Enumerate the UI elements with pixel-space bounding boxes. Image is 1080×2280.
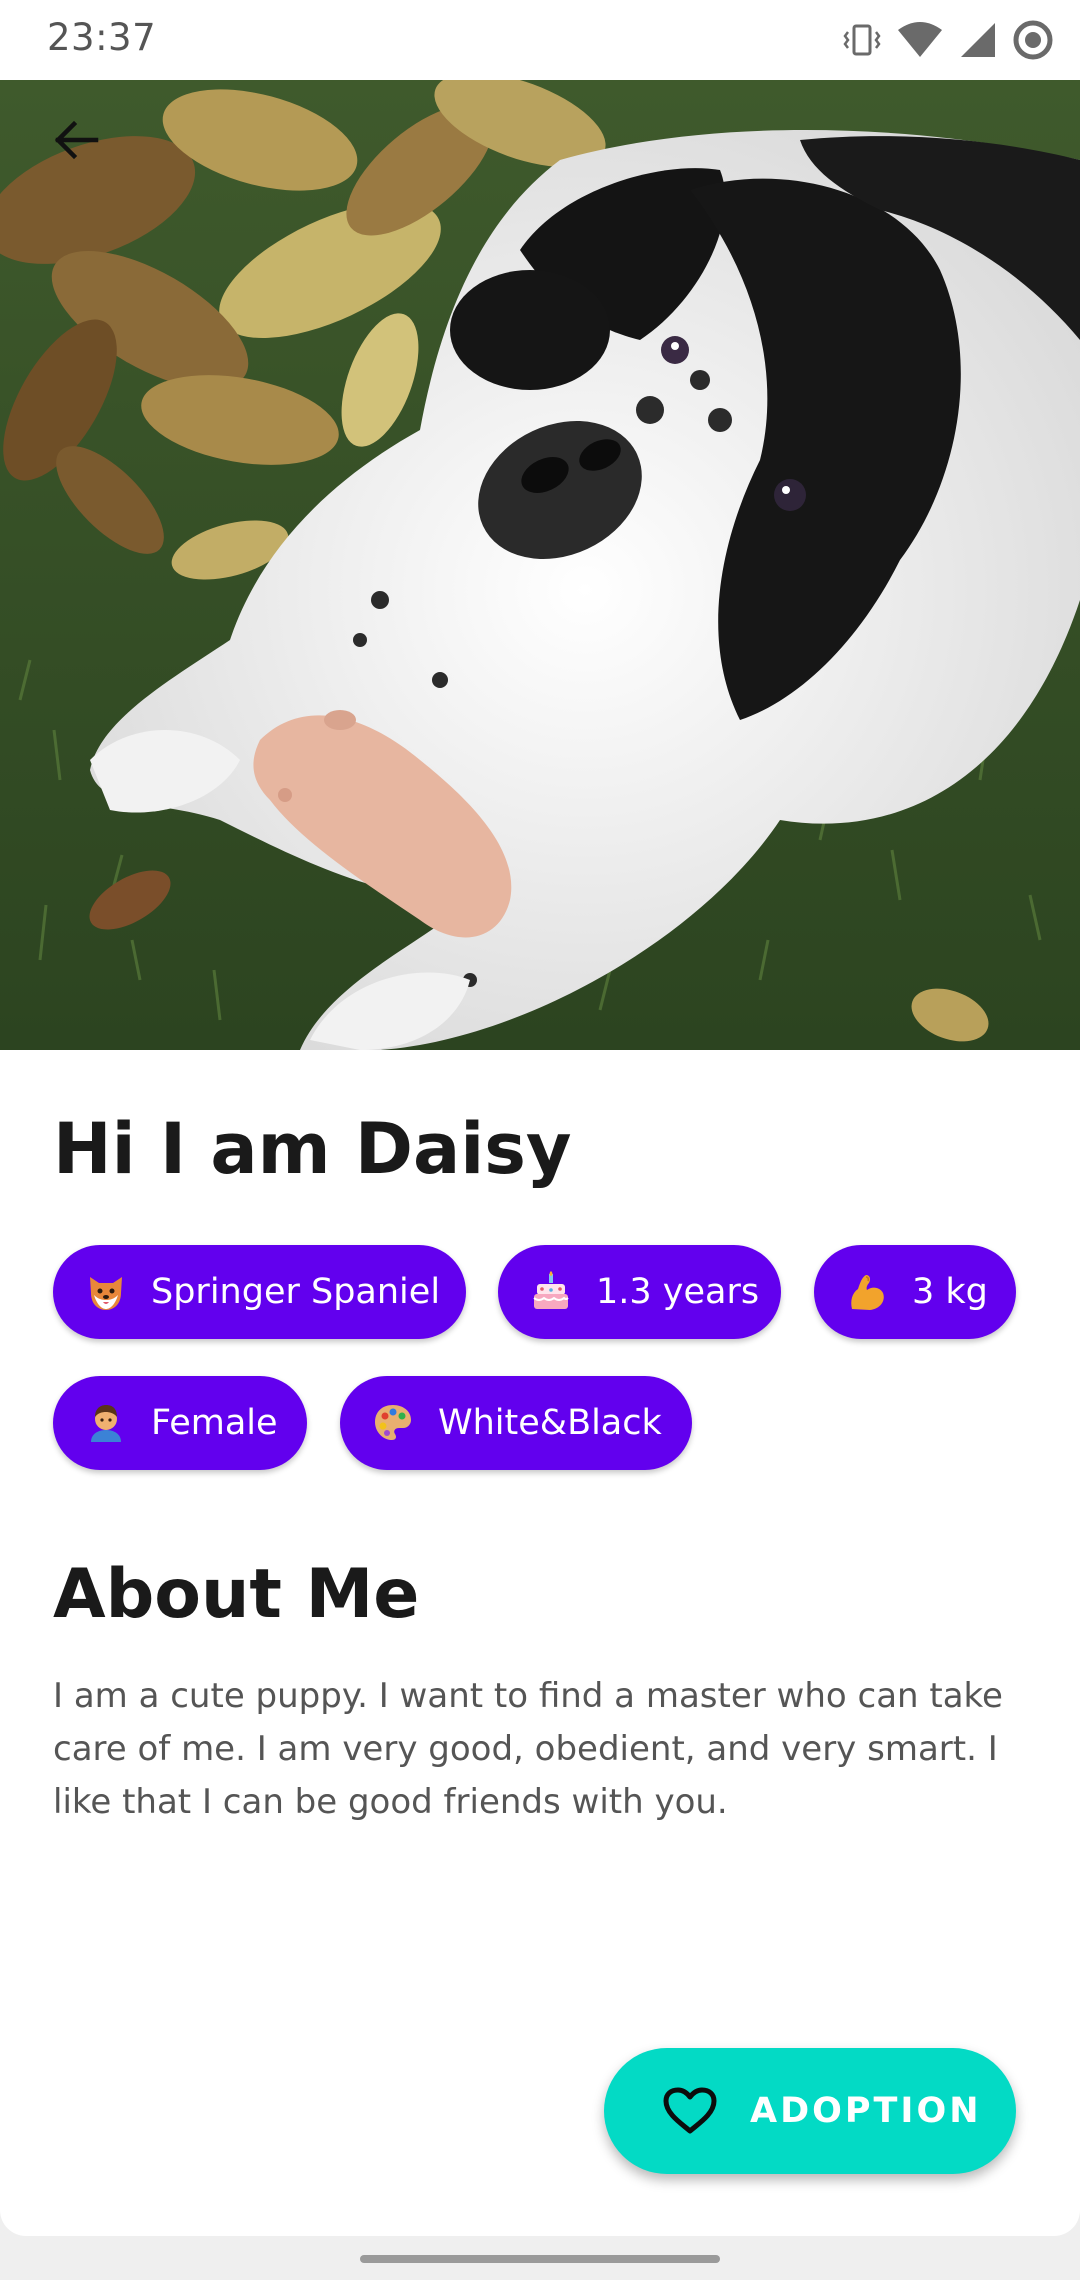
heart-outline-icon — [663, 2087, 717, 2134]
age-chip: 1.3 years — [498, 1245, 781, 1339]
breed-label: Springer Spaniel — [151, 1272, 441, 1312]
vibrate-icon — [843, 24, 881, 56]
status-time: 23:37 — [47, 16, 157, 59]
status-bar: 23:37 — [0, 0, 1080, 80]
artist-palette-emoji — [372, 1402, 414, 1444]
cell-signal-icon — [961, 23, 995, 57]
status-icons — [842, 18, 1054, 62]
arrow-back-icon — [54, 120, 99, 160]
pet-title: Hi I am Daisy — [53, 1108, 572, 1190]
dog-face-emoji — [85, 1271, 127, 1313]
color-chip: White&Black — [340, 1376, 692, 1470]
flexed-biceps-emoji — [846, 1271, 888, 1313]
breed-chip: Springer Spaniel — [53, 1245, 466, 1339]
weight-chip: 3 kg — [814, 1245, 1016, 1339]
record-icon — [1013, 20, 1053, 60]
back-button[interactable] — [40, 104, 112, 176]
gender-chip: Female — [53, 1376, 307, 1470]
birthday-cake-emoji — [530, 1271, 572, 1313]
about-title: About Me — [53, 1555, 420, 1634]
color-label: White&Black — [438, 1403, 662, 1443]
about-text: I am a cute puppy. I want to find a mast… — [53, 1676, 1003, 1822]
man-emoji — [85, 1402, 127, 1444]
home-indicator[interactable] — [360, 2255, 720, 2263]
dog-photo — [0, 80, 1080, 1050]
adoption-button[interactable]: ADOPTION — [604, 2048, 1016, 2174]
adoption-label: ADOPTION — [750, 2091, 982, 2131]
wifi-icon — [898, 22, 942, 57]
gender-label: Female — [151, 1403, 278, 1443]
age-label: 1.3 years — [596, 1272, 760, 1312]
weight-label: 3 kg — [912, 1272, 988, 1312]
